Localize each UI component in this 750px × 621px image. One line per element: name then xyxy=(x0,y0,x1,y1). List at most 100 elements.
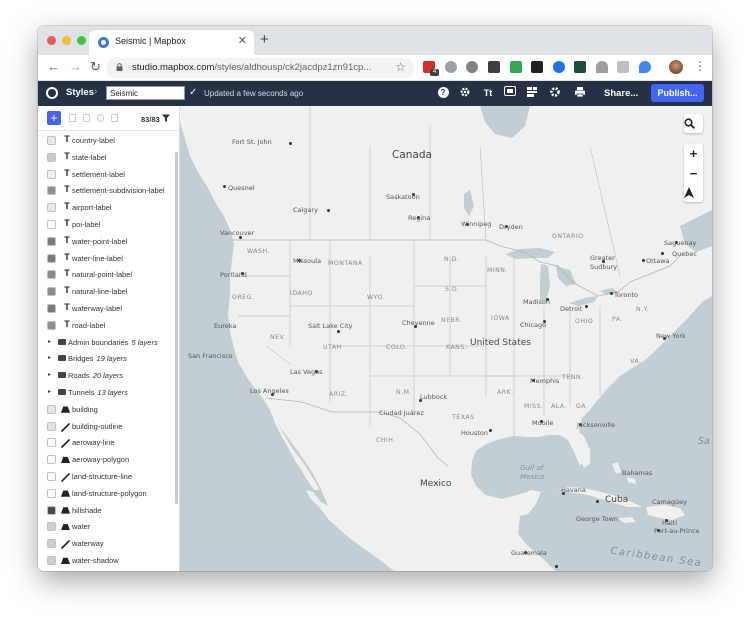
layer-item-land-structure-polygon[interactable]: land-structure-polygon xyxy=(38,486,173,502)
layer-group-bridges[interactable]: ▸ Bridges 19 layers xyxy=(38,351,173,367)
layer-item-settlement-label[interactable]: Tsettlement-label xyxy=(38,167,173,183)
layer-color-swatch[interactable] xyxy=(47,320,56,330)
tab-close-icon[interactable]: ✕ xyxy=(238,35,247,47)
layer-item-road-label[interactable]: Troad-label xyxy=(38,318,173,334)
style-name-input[interactable] xyxy=(106,86,185,100)
compass-extension-icon[interactable] xyxy=(445,61,457,73)
layer-group-tunnels[interactable]: ▸ Tunnels 13 layers xyxy=(38,385,173,401)
layer-list-scrollbar[interactable] xyxy=(175,152,178,504)
layer-item-airport-label[interactable]: Tairport-label xyxy=(38,200,173,216)
r-extension-icon[interactable] xyxy=(488,61,500,73)
puzzle-extension-icon[interactable] xyxy=(466,61,478,73)
caret-right-icon[interactable]: ▸ xyxy=(48,371,51,378)
map-extension-icon[interactable] xyxy=(574,61,586,73)
layer-color-swatch[interactable] xyxy=(47,203,56,213)
images-button[interactable] xyxy=(503,86,517,100)
layer-item-building[interactable]: building xyxy=(38,402,173,418)
layer-item-aeroway-polygon[interactable]: aeroway-polygon xyxy=(38,452,173,468)
layer-color-swatch[interactable] xyxy=(47,270,56,280)
duplicate-layer-icon[interactable] xyxy=(69,114,76,122)
browser-menu-icon[interactable]: ⋮ xyxy=(694,59,706,73)
help-button[interactable]: ? xyxy=(436,86,450,100)
forward-button[interactable]: → xyxy=(69,59,82,75)
map-settings-button[interactable] xyxy=(548,86,562,100)
layer-item-water-line-label[interactable]: Twater-line-label xyxy=(38,251,173,267)
layer-color-swatch[interactable] xyxy=(47,438,56,448)
close-window-button[interactable] xyxy=(47,36,56,45)
print-button[interactable] xyxy=(573,86,587,100)
fonts-button[interactable]: Tt xyxy=(481,86,495,100)
layer-color-swatch[interactable] xyxy=(47,220,56,229)
layer-color-swatch[interactable] xyxy=(47,169,56,179)
layer-color-swatch[interactable] xyxy=(47,404,56,414)
layer-color-swatch[interactable] xyxy=(47,472,56,481)
layer-item-water-shadow[interactable]: water-shadow xyxy=(38,553,173,569)
reload-button[interactable]: ↻ xyxy=(90,59,101,75)
b-extension-icon[interactable] xyxy=(531,61,543,73)
styles-link[interactable]: Styles xyxy=(66,87,94,98)
layer-group-roads[interactable]: ▸ Roads 20 layers xyxy=(38,368,173,384)
layer-name: state-label xyxy=(72,152,107,162)
layer-color-swatch[interactable] xyxy=(47,505,56,515)
visibility-icon[interactable] xyxy=(97,114,104,122)
maximize-window-button[interactable] xyxy=(77,36,86,45)
compass-button[interactable] xyxy=(684,183,703,202)
layer-color-swatch[interactable] xyxy=(47,287,56,297)
circle-extension-icon[interactable] xyxy=(553,61,565,73)
layer-color-swatch[interactable] xyxy=(47,522,56,532)
caret-right-icon[interactable]: ▸ xyxy=(48,354,51,361)
filter-icon[interactable] xyxy=(162,114,170,122)
address-bar[interactable]: studio.mapbox.com/styles/aldhousp/ck2jac… xyxy=(106,58,414,78)
style-settings-button[interactable] xyxy=(458,86,472,100)
layer-item-natural-point-label[interactable]: Tnatural-point-label xyxy=(38,267,173,283)
download-extension-icon[interactable] xyxy=(510,61,522,73)
share-button[interactable]: Share... xyxy=(604,88,638,99)
profile-avatar[interactable] xyxy=(669,60,683,74)
publish-button[interactable]: Publish... xyxy=(651,84,704,102)
layer-item-building-outline[interactable]: building-outline xyxy=(38,419,173,435)
layer-item-waterway-label[interactable]: Twaterway-label xyxy=(38,301,173,317)
layer-color-swatch[interactable] xyxy=(47,186,56,196)
minimize-window-button[interactable] xyxy=(62,36,71,45)
layer-item-land-structure-line[interactable]: land-structure-line xyxy=(38,469,173,485)
layer-item-water[interactable]: water xyxy=(38,519,173,535)
b-gray-extension-icon[interactable] xyxy=(617,61,629,73)
layer-color-swatch[interactable] xyxy=(47,539,56,549)
layer-color-swatch[interactable] xyxy=(47,136,56,145)
layer-color-swatch[interactable] xyxy=(47,455,56,465)
drop-extension-icon[interactable] xyxy=(639,61,651,73)
layer-color-swatch[interactable] xyxy=(47,421,56,431)
zoom-out-button[interactable]: − xyxy=(684,164,703,183)
caret-right-icon[interactable]: ▸ xyxy=(48,388,51,395)
layer-color-swatch[interactable] xyxy=(47,253,56,263)
layer-group-admin-boundaries[interactable]: ▸ Admin boundaries 5 layers xyxy=(38,335,173,351)
layer-item-settlement-subdivision-label[interactable]: Tsettlement-subdivision-label xyxy=(38,183,173,199)
layer-item-country-label[interactable]: Tcountry-label xyxy=(38,133,173,149)
new-tab-button[interactable]: + xyxy=(260,32,269,48)
layer-item-natural-line-label[interactable]: Tnatural-line-label xyxy=(38,284,173,300)
delete-layer-icon[interactable] xyxy=(111,114,118,122)
layer-item-waterway[interactable]: waterway xyxy=(38,536,173,552)
layers-panel-button[interactable] xyxy=(525,86,539,100)
layer-item-state-label[interactable]: Tstate-label xyxy=(38,150,173,166)
layer-item-poi-label[interactable]: Tpoi-label xyxy=(38,217,173,233)
map-search-button[interactable] xyxy=(684,114,703,133)
layer-color-swatch[interactable] xyxy=(47,152,56,162)
layer-color-swatch[interactable] xyxy=(47,488,56,498)
layer-color-swatch[interactable] xyxy=(47,304,56,313)
zoom-in-button[interactable]: + xyxy=(684,144,703,163)
group-layer-icon[interactable] xyxy=(83,114,90,122)
arc-extension-icon[interactable] xyxy=(596,61,608,73)
caret-right-icon[interactable]: ▸ xyxy=(48,338,51,345)
layer-color-swatch[interactable] xyxy=(47,236,56,246)
layer-item-hillshade[interactable]: hillshade xyxy=(38,503,173,519)
mapbox-logo-icon[interactable] xyxy=(46,87,58,99)
bookmark-star-icon[interactable]: ☆ xyxy=(395,60,406,74)
add-layer-button[interactable]: + xyxy=(47,111,61,125)
layer-color-swatch[interactable] xyxy=(47,556,56,565)
map-canvas[interactable]: Fort St. John Canada Quesnel Saskatoon Calga… xyxy=(180,106,712,571)
layer-item-aeroway-line[interactable]: aeroway-line xyxy=(38,435,173,451)
back-button[interactable]: ← xyxy=(47,59,60,75)
layer-item-water-point-label[interactable]: Twater-point-label xyxy=(38,234,173,250)
browser-tab[interactable]: Seismic | Mapbox ✕ xyxy=(89,30,254,55)
